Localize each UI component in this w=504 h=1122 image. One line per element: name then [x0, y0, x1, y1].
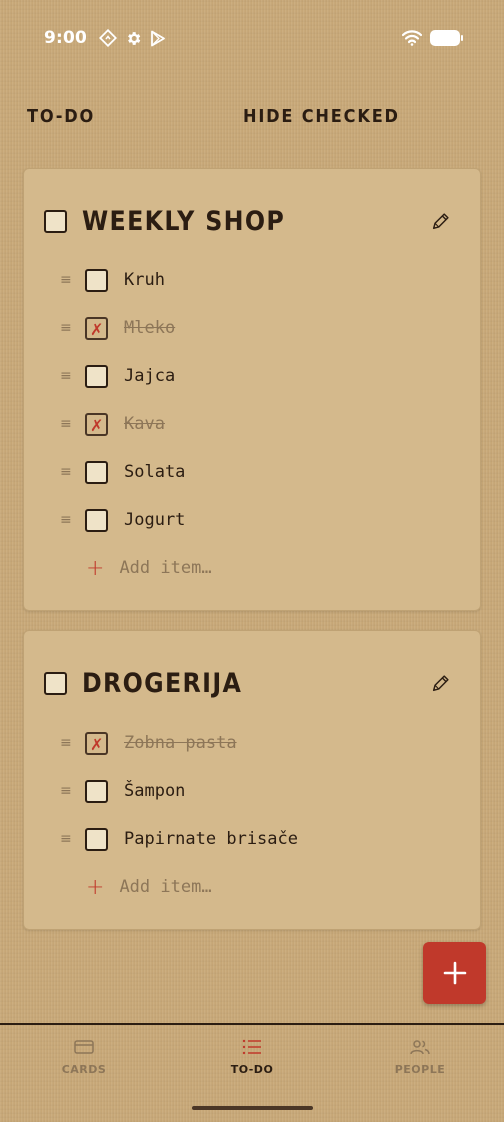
item-checkbox[interactable]: [85, 268, 108, 292]
list-item[interactable]: ≡ Solata: [60, 458, 185, 486]
nav-item-cards[interactable]: CARDS: [24, 1039, 144, 1076]
list-item[interactable]: ≡ Kruh: [60, 266, 165, 294]
list-icon: [242, 1039, 261, 1055]
item-checkbox[interactable]: [85, 460, 108, 484]
battery-icon: [430, 30, 463, 46]
item-checkbox[interactable]: [85, 779, 108, 803]
item-checkbox[interactable]: [85, 508, 108, 532]
list-item[interactable]: ≡ ✗ Mleko: [60, 314, 175, 342]
nav-label: PEOPLE: [394, 1063, 446, 1076]
card-icon: [74, 1040, 94, 1054]
top-bar: TO-DO HIDE CHECKED: [0, 106, 504, 134]
item-checkbox[interactable]: ✗: [85, 316, 108, 340]
add-item-row[interactable]: + Add item…: [86, 554, 212, 582]
list-checkbox[interactable]: [44, 671, 67, 695]
add-list-button[interactable]: [423, 942, 486, 1004]
item-label: Šampon: [124, 781, 186, 801]
nav-label: CARDS: [61, 1063, 107, 1076]
item-label: Jajca: [124, 366, 176, 386]
add-item-placeholder[interactable]: Add item…: [119, 877, 211, 897]
list-card-drogerija: DROGERIJA ≡ ✗ Zobna pasta ≡ Šampon ≡ Pap…: [23, 630, 481, 930]
status-time: 9:00: [44, 28, 88, 48]
item-label: Solata: [124, 462, 186, 482]
nav-item-todo[interactable]: TO-DO: [192, 1039, 312, 1076]
page-title: TO-DO: [27, 106, 96, 127]
drag-handle-icon[interactable]: ≡: [60, 465, 72, 479]
nav-item-people[interactable]: PEOPLE: [360, 1039, 480, 1076]
drag-handle-icon[interactable]: ≡: [60, 832, 72, 846]
check-x-icon: ✗: [90, 734, 104, 754]
list-item[interactable]: ≡ ✗ Zobna pasta: [60, 729, 237, 757]
settings-gear-icon: [128, 31, 141, 45]
item-checkbox[interactable]: ✗: [85, 412, 108, 436]
item-label: Kruh: [124, 270, 165, 290]
list-title: DROGERIJA: [82, 667, 243, 699]
drag-handle-icon[interactable]: ≡: [60, 736, 72, 750]
item-label: Zobna pasta: [124, 733, 237, 753]
check-x-icon: ✗: [90, 415, 104, 435]
pencil-edit-icon[interactable]: [430, 672, 452, 694]
list-item[interactable]: ≡ ✗ Kava: [60, 410, 165, 438]
list-checkbox[interactable]: [44, 209, 67, 233]
item-checkbox[interactable]: [85, 364, 108, 388]
list-item[interactable]: ≡ Jogurt: [60, 506, 185, 534]
plus-icon: +: [86, 555, 105, 581]
item-label: Jogurt: [124, 510, 186, 530]
status-bar: 9:00: [0, 0, 504, 76]
item-label: Papirnate brisače: [124, 829, 298, 849]
item-checkbox[interactable]: [85, 827, 108, 851]
item-checkbox[interactable]: ✗: [85, 731, 108, 755]
nav-label: TO-DO: [230, 1063, 274, 1076]
drag-handle-icon[interactable]: ≡: [60, 784, 72, 798]
card-header: WEEKLY SHOP: [44, 203, 462, 239]
home-indicator[interactable]: [192, 1106, 313, 1110]
list-item[interactable]: ≡ Papirnate brisače: [60, 825, 298, 853]
play-store-icon: [151, 30, 165, 46]
drag-handle-icon[interactable]: ≡: [60, 321, 72, 335]
list-title: WEEKLY SHOP: [82, 205, 286, 237]
location-diamond-icon: [99, 29, 118, 47]
list-card-weekly-shop: WEEKLY SHOP ≡ Kruh ≡ ✗ Mleko ≡ Jajca ≡ ✗…: [23, 168, 481, 611]
check-x-icon: ✗: [90, 319, 104, 339]
people-icon: [410, 1040, 430, 1055]
drag-handle-icon[interactable]: ≡: [60, 513, 72, 527]
status-icons-left: [99, 29, 166, 47]
drag-handle-icon[interactable]: ≡: [60, 417, 72, 431]
wifi-icon: [402, 30, 422, 46]
item-label: Kava: [124, 414, 165, 434]
status-icons-right: [402, 30, 463, 46]
list-item[interactable]: ≡ Šampon: [60, 777, 185, 805]
item-label: Mleko: [124, 318, 176, 338]
plus-icon: +: [86, 874, 105, 900]
plus-icon: [443, 961, 466, 985]
card-header: DROGERIJA: [44, 665, 462, 701]
hide-checked-button[interactable]: HIDE CHECKED: [243, 106, 400, 127]
add-item-row[interactable]: + Add item…: [86, 873, 212, 901]
drag-handle-icon[interactable]: ≡: [60, 273, 72, 287]
drag-handle-icon[interactable]: ≡: [60, 369, 72, 383]
list-item[interactable]: ≡ Jajca: [60, 362, 175, 390]
pencil-edit-icon[interactable]: [430, 210, 452, 232]
add-item-placeholder[interactable]: Add item…: [119, 558, 211, 578]
